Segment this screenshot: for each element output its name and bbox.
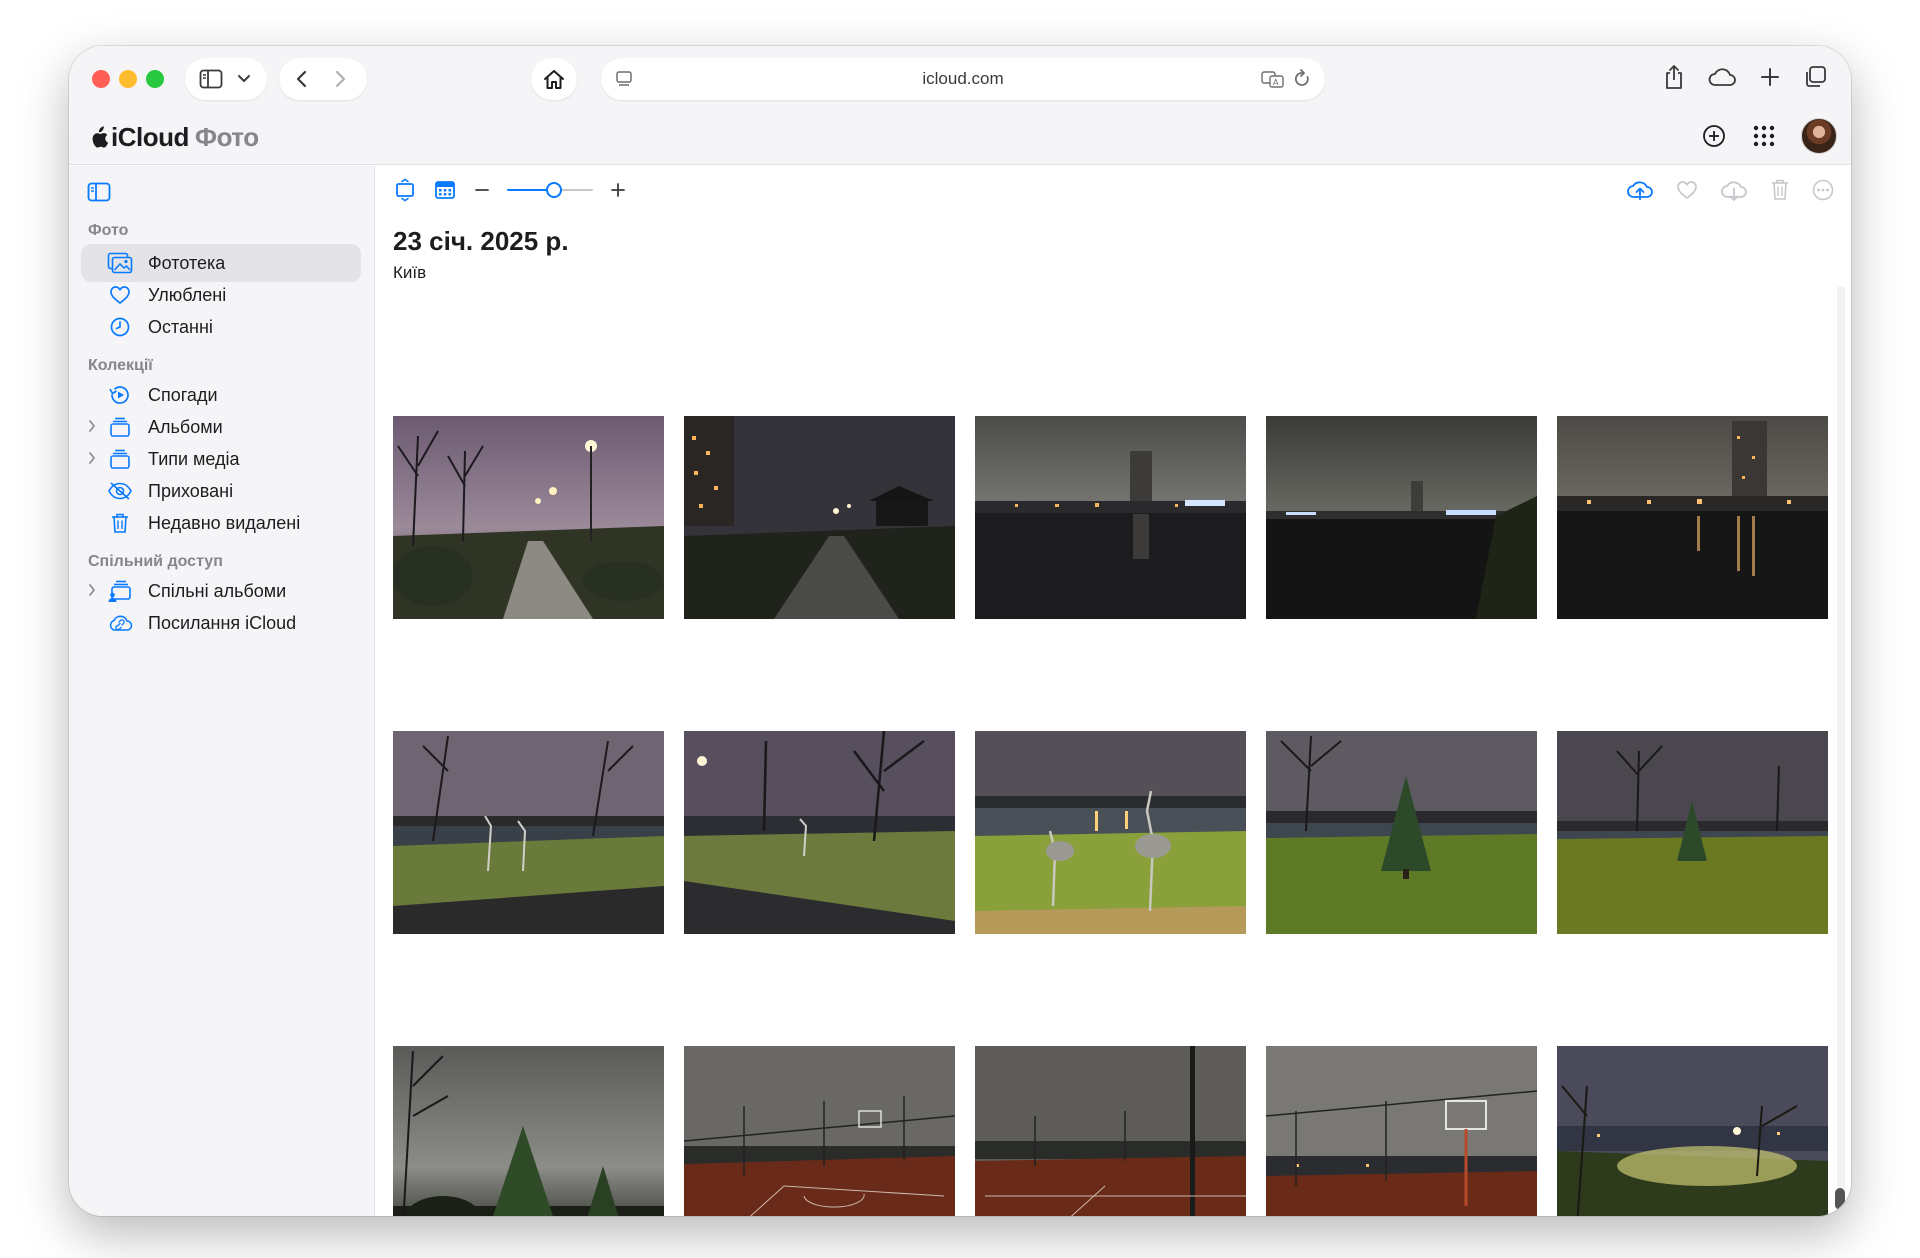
browser-toolbar: icloud.com A [69, 46, 1851, 110]
chevron-right-icon[interactable] [87, 418, 97, 434]
sidebar-toggle-group [185, 58, 267, 100]
photo-thumbnail[interactable] [975, 416, 1246, 619]
more-options-icon[interactable] [1811, 178, 1835, 202]
photo-thumbnail[interactable] [393, 1046, 664, 1216]
icloud-link-icon [107, 611, 133, 635]
zoom-in-icon[interactable] [609, 181, 627, 199]
back-icon[interactable] [295, 69, 309, 89]
favorite-icon[interactable] [1675, 179, 1699, 201]
home-button[interactable] [531, 58, 577, 100]
browser-sidebar-icon[interactable] [199, 69, 223, 89]
app-header: iCloud Фото [69, 110, 1851, 165]
avatar[interactable] [1801, 118, 1837, 154]
calendar-view-icon[interactable] [433, 178, 457, 202]
page-menu-icon[interactable] [615, 70, 633, 88]
photo-grid [393, 416, 1828, 1216]
download-icon[interactable] [1719, 178, 1749, 202]
photo-thumbnail[interactable] [393, 731, 664, 934]
tab-overview-icon[interactable] [1803, 64, 1827, 90]
photo-library-view: 23 січ. 2025 р. Київ [375, 166, 1851, 1216]
sidebar-item-label: Спогади [148, 385, 218, 405]
photo-thumbnail[interactable] [975, 731, 1246, 934]
sidebar-item-recents[interactable]: Останні [81, 308, 361, 346]
memories-icon [107, 383, 133, 407]
clock-icon [107, 315, 133, 339]
sidebar: Фото Фототека Улюблені Останні Колекції [69, 166, 375, 1216]
share-icon[interactable] [1663, 64, 1685, 90]
shared-album-icon [107, 579, 133, 603]
view-toolbar [393, 178, 627, 202]
zoom-out-icon[interactable] [473, 181, 491, 199]
delete-icon[interactable] [1769, 178, 1791, 202]
sidebar-item-label: Недавно видалені [148, 513, 301, 533]
aspect-toggle-icon[interactable] [393, 178, 417, 202]
home-icon [542, 68, 566, 90]
chevron-right-icon[interactable] [87, 582, 97, 598]
sidebar-section-photos: Фото [88, 222, 129, 239]
date-title: 23 січ. 2025 р. [393, 226, 569, 256]
sidebar-item-label: Останні [148, 317, 213, 337]
album-stack-icon [107, 415, 133, 439]
scrollbar-thumb[interactable] [1835, 1188, 1845, 1210]
close-window-button[interactable] [92, 70, 110, 88]
photo-actions-toolbar [1625, 178, 1835, 202]
heart-icon [107, 283, 133, 307]
photo-thumbnail[interactable] [393, 416, 664, 619]
app-grid-icon[interactable] [1751, 123, 1777, 149]
sidebar-item-label: Спільні альбоми [148, 581, 287, 601]
photo-thumbnail[interactable] [684, 1046, 955, 1216]
apple-logo-icon [87, 125, 109, 151]
photo-thumbnail[interactable] [1557, 731, 1828, 934]
sidebar-toggle-icon[interactable] [87, 182, 111, 202]
location-label: Київ [393, 263, 427, 282]
sidebar-section-shared: Спільний доступ [88, 553, 223, 570]
translate-icon[interactable]: A [1261, 69, 1285, 89]
trash-icon [107, 511, 133, 535]
sidebar-item-label: Приховані [148, 481, 234, 501]
header-actions [1701, 118, 1837, 154]
upload-icon[interactable] [1625, 178, 1655, 202]
browser-window: icloud.com A iCloud Фото Фото Фототека У… [69, 46, 1851, 1216]
app-section-name: Фото [194, 122, 259, 152]
add-circle-icon[interactable] [1701, 123, 1727, 149]
sidebar-item-label: Улюблені [148, 285, 227, 305]
forward-icon[interactable] [333, 69, 347, 89]
sidebar-item-label: Посилання iCloud [148, 613, 297, 633]
photo-thumbnail[interactable] [1557, 416, 1828, 619]
new-tab-icon[interactable] [1759, 64, 1781, 90]
media-types-icon [107, 447, 133, 471]
icloud-tabs-icon[interactable] [1707, 64, 1737, 90]
svg-text:A: A [1273, 78, 1279, 87]
chevron-down-icon[interactable] [237, 74, 251, 84]
photo-thumbnail[interactable] [1557, 1046, 1828, 1216]
brand-name: iCloud [111, 122, 189, 152]
reload-icon[interactable] [1293, 69, 1311, 89]
photo-thumbnail[interactable] [684, 731, 955, 934]
browser-right-tools [1663, 64, 1827, 90]
eye-slash-icon [107, 479, 133, 503]
sidebar-item-recently-deleted[interactable]: Недавно видалені [81, 504, 361, 542]
photo-thumbnail[interactable] [1266, 416, 1537, 619]
zoom-window-button[interactable] [146, 70, 164, 88]
scrollbar-track[interactable] [1837, 286, 1845, 1191]
photo-thumbnail[interactable] [975, 1046, 1246, 1216]
address-bar[interactable]: icloud.com A [601, 58, 1325, 100]
zoom-slider-knob[interactable] [546, 182, 563, 198]
sidebar-item-label: Фототека [148, 253, 226, 273]
chevron-right-icon[interactable] [87, 450, 97, 466]
photo-thumbnail[interactable] [684, 416, 955, 619]
history-nav-group [279, 58, 367, 100]
photo-thumbnail[interactable] [1266, 1046, 1537, 1216]
sidebar-item-label: Альбоми [148, 417, 223, 437]
zoom-slider[interactable] [507, 178, 593, 202]
minimize-window-button[interactable] [119, 70, 137, 88]
photo-library-icon [107, 251, 133, 275]
url-text: icloud.com [922, 69, 1004, 88]
photo-thumbnail[interactable] [1266, 731, 1537, 934]
sidebar-section-collections: Колекції [88, 357, 153, 374]
app-brand[interactable]: iCloud Фото [87, 122, 259, 153]
sidebar-item-label: Типи медіа [148, 449, 240, 469]
sidebar-item-icloud-links[interactable]: Посилання iCloud [81, 604, 361, 642]
